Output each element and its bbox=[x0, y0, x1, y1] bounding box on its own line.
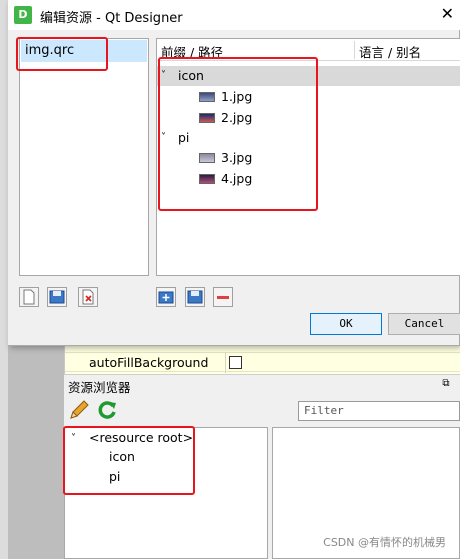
add-prefix-button[interactable] bbox=[156, 287, 176, 307]
save-disk-icon bbox=[49, 290, 65, 304]
property-divider bbox=[225, 353, 226, 373]
resource-browser-toolbar: Filter bbox=[64, 394, 460, 426]
edit-resources-pencil-icon[interactable] bbox=[68, 399, 90, 421]
highlight-box-resource-tree bbox=[158, 57, 318, 211]
add-files-button[interactable] bbox=[185, 287, 205, 307]
header-language-alias[interactable]: 语言 / 别名 bbox=[359, 42, 421, 61]
watermark: CSDN @有情怀的机械男 bbox=[323, 536, 446, 549]
remove-file-icon bbox=[82, 289, 94, 305]
reload-icon[interactable] bbox=[96, 399, 118, 421]
dialog-title: 编辑资源 - Qt Designer bbox=[40, 11, 183, 26]
highlight-box-resource-browser bbox=[63, 426, 195, 495]
add-prefix-icon bbox=[158, 291, 174, 304]
highlight-box-qrc-file bbox=[16, 37, 108, 71]
remove-resource-button[interactable] bbox=[213, 287, 233, 307]
header-separator bbox=[354, 41, 355, 59]
float-dock-icon[interactable]: ⧉ bbox=[440, 378, 452, 390]
new-file-icon bbox=[23, 289, 35, 305]
property-name: autoFillBackground bbox=[89, 355, 209, 370]
close-icon[interactable]: ✕ bbox=[441, 4, 454, 23]
dialog-titlebar: D 编辑资源 - Qt Designer ✕ bbox=[8, 0, 460, 30]
background-panel bbox=[8, 346, 64, 559]
new-file-button[interactable] bbox=[19, 287, 39, 307]
minus-icon bbox=[217, 296, 229, 299]
property-row[interactable]: autoFillBackground bbox=[65, 352, 460, 373]
add-files-icon bbox=[187, 290, 203, 304]
qrc-file-list[interactable]: img.qrc bbox=[19, 38, 149, 276]
cancel-button[interactable]: Cancel bbox=[388, 313, 460, 335]
ok-button[interactable]: OK bbox=[310, 313, 382, 335]
filter-input[interactable]: Filter bbox=[298, 401, 460, 421]
property-checkbox[interactable] bbox=[229, 356, 242, 369]
open-file-button[interactable] bbox=[47, 287, 67, 307]
resource-browser-titlebar: 资源浏览器 ⧉ bbox=[64, 374, 460, 395]
background-window-edge bbox=[0, 0, 8, 559]
remove-file-button[interactable] bbox=[78, 287, 98, 307]
qt-designer-app-icon: D bbox=[14, 6, 32, 24]
